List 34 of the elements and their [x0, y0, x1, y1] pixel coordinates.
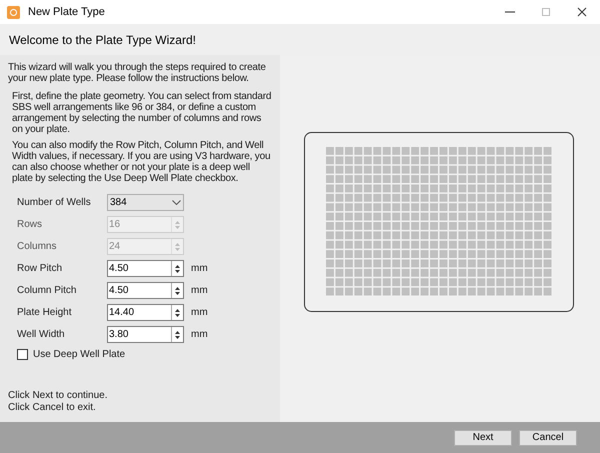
instruction-text: You can also modify the Row Pitch, Column Pitch, and Well Width values, if necessary. If you are using V3 hardware, you can also choose whether or not your plate is a deep well plate by selecting the Use Deep Well Plate checkbox.: [12, 140, 272, 184]
number-spinner[interactable]: 14.40: [107, 304, 184, 321]
spin-arrows-icon[interactable]: [171, 261, 183, 276]
intro-text: This wizard will walk you through the steps required to create your new plate type. Please follow the instructions below.: [8, 62, 267, 84]
field-label: Well Width: [17, 328, 66, 342]
unit-label: mm: [191, 262, 208, 276]
unit-label: mm: [191, 284, 208, 298]
field-label: Number of Wells: [17, 196, 92, 210]
field-label: Plate Height: [17, 306, 72, 320]
checkbox[interactable]: [17, 349, 28, 360]
number-spinner[interactable]: 4.50: [107, 260, 184, 277]
wizard-button[interactable]: Cancel: [519, 430, 577, 446]
field-label: Row Pitch: [17, 262, 64, 276]
window-title: New Plate Type: [28, 4, 105, 20]
close-icon[interactable]: [577, 7, 587, 17]
unit-label: mm: [191, 328, 208, 342]
header-title: Welcome to the Plate Type Wizard!: [9, 32, 196, 48]
field-label: Column Pitch: [17, 284, 78, 298]
footer-note: Click Cancel to exit.: [8, 402, 97, 414]
footer-note: Click Next to continue.: [8, 390, 108, 402]
app-icon: [7, 6, 20, 18]
unit-label: mm: [191, 306, 208, 320]
number-spinner[interactable]: 4.50: [107, 282, 184, 299]
spin-arrows-icon[interactable]: [171, 283, 183, 298]
number-spinner[interactable]: 3.80: [107, 326, 184, 343]
instruction-text: First, define the plate geometry. You can select from standard SBS well arrangements like 96 or 384, or define a custom arrangement by selecting the number of columns and rows on your plate.: [12, 91, 272, 135]
wizard-button[interactable]: Next: [454, 430, 512, 446]
field-label: Columns: [17, 240, 58, 254]
checkbox-label: Use Deep Well Plate: [33, 348, 126, 362]
spin-arrows-icon[interactable]: [171, 327, 183, 342]
field-label: Rows: [17, 218, 44, 232]
chevron-icon: [172, 200, 181, 205]
wells-dropdown[interactable]: 384: [107, 194, 184, 211]
spin-arrows-icon[interactable]: [171, 305, 183, 320]
